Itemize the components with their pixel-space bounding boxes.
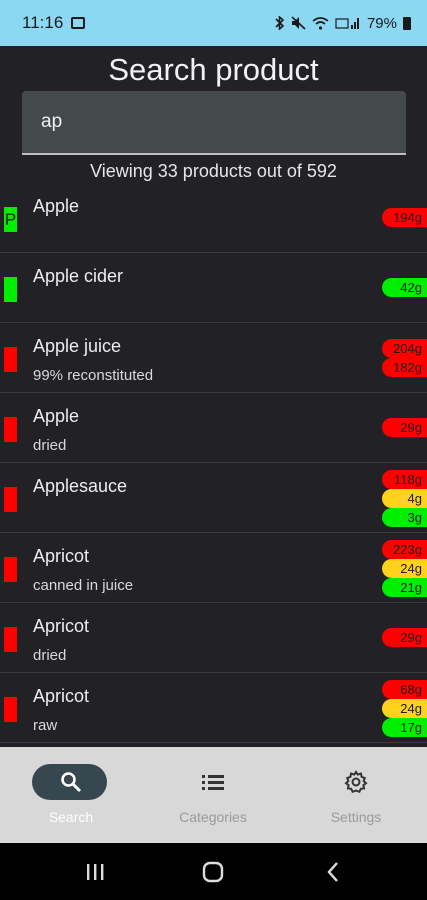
nav-categories-label: Categories bbox=[179, 809, 247, 825]
nutrient-badge: 118g bbox=[382, 470, 427, 489]
product-name: Apricot bbox=[33, 686, 90, 706]
product-name: Applesauce bbox=[33, 476, 128, 496]
product-row[interactable]: Apricot dried 29g bbox=[0, 603, 427, 673]
status-flag bbox=[4, 557, 17, 582]
nutrient-badge: 182g bbox=[382, 358, 427, 377]
product-subtitle: 99% reconstituted bbox=[33, 367, 154, 384]
product-name: Apricot bbox=[33, 616, 90, 636]
mute-icon bbox=[291, 16, 306, 30]
recent-apps-icon bbox=[87, 863, 104, 880]
nutrient-badge: 204g bbox=[382, 339, 427, 358]
nutrient-badge: 4g bbox=[382, 489, 427, 508]
product-subtitle: dried bbox=[33, 647, 67, 664]
product-list: P Apple 194g Apple cider 42g Apple juice 99% r… bbox=[0, 183, 427, 743]
nutrient-badges: 29g bbox=[381, 393, 427, 463]
nutrient-badge: 223g bbox=[382, 540, 427, 559]
result-count: Viewing 33 products out of 592 bbox=[90, 161, 337, 181]
product-name: Apple bbox=[33, 196, 80, 216]
product-row[interactable]: Apple juice 99% reconstituted 204g 182g bbox=[0, 323, 427, 393]
status-flag bbox=[4, 277, 17, 302]
nutrient-badge: 21g bbox=[382, 578, 427, 597]
nutrient-badges: 204g 182g bbox=[381, 323, 427, 393]
nutrient-badge: 3g bbox=[382, 508, 427, 527]
nav-search-label: Search bbox=[48, 809, 94, 825]
status-flag: P bbox=[4, 207, 17, 232]
product-name: Apricot bbox=[33, 546, 90, 566]
nav-search[interactable]: Search bbox=[0, 747, 142, 843]
product-row[interactable]: Apricot canned in juice 223g 24g 21g bbox=[0, 533, 427, 603]
nav-categories[interactable]: Categories bbox=[142, 747, 284, 843]
status-icons: 79% bbox=[274, 15, 411, 32]
status-time: 11:16 bbox=[22, 13, 64, 32]
nutrient-badges: 194g bbox=[381, 183, 427, 253]
nav-settings-label: Settings bbox=[330, 809, 382, 825]
product-row[interactable]: Apple cider 42g bbox=[0, 253, 427, 323]
status-flag bbox=[4, 697, 17, 722]
product-name: Apple cider bbox=[33, 266, 124, 286]
status-flag bbox=[4, 627, 17, 652]
nutrient-badge: 42g bbox=[382, 278, 427, 297]
status-flag bbox=[4, 417, 17, 442]
bottom-navigation: Search Categories Settings bbox=[0, 747, 427, 843]
nutrient-badge: 29g bbox=[382, 628, 427, 647]
system-navigation-bar bbox=[0, 843, 427, 900]
bluetooth-icon bbox=[275, 16, 285, 30]
search-icon bbox=[0, 769, 142, 795]
nav-settings[interactable]: Settings bbox=[285, 747, 427, 843]
nutrient-badges: 118g 4g 3g bbox=[381, 463, 427, 533]
nutrient-badge: 29g bbox=[382, 418, 427, 437]
nutrient-badge: 24g bbox=[382, 699, 427, 718]
product-row[interactable]: Apricot raw 68g 24g 17g bbox=[0, 673, 427, 743]
recent-apps-button[interactable] bbox=[65, 843, 125, 900]
status-flag bbox=[4, 347, 17, 372]
product-subtitle: canned in juice bbox=[33, 577, 134, 594]
product-row[interactable]: P Apple 194g bbox=[0, 183, 427, 253]
product-name: Apple bbox=[33, 406, 80, 426]
page-title: Search product bbox=[108, 52, 319, 87]
wifi-icon bbox=[312, 16, 329, 30]
search-input[interactable] bbox=[22, 91, 406, 153]
nutrient-badge: 24g bbox=[382, 559, 427, 578]
gallery-icon bbox=[71, 17, 86, 29]
home-button[interactable] bbox=[183, 843, 243, 900]
home-icon bbox=[202, 861, 224, 882]
nutrient-badges: 68g 24g 17g bbox=[381, 673, 427, 743]
list-icon bbox=[142, 769, 284, 795]
status-flag bbox=[4, 487, 17, 512]
product-row[interactable]: Applesauce 118g 4g 3g bbox=[0, 463, 427, 533]
nutrient-badge: 194g bbox=[382, 208, 427, 227]
nutrient-badge: 17g bbox=[382, 718, 427, 737]
signal-icon bbox=[335, 18, 359, 29]
nutrient-badges: 29g bbox=[381, 603, 427, 673]
back-icon bbox=[327, 861, 338, 882]
product-row[interactable]: Apple dried 29g bbox=[0, 393, 427, 463]
nutrient-badges: 223g 24g 21g bbox=[381, 533, 427, 603]
product-subtitle: dried bbox=[33, 437, 67, 454]
search-field[interactable] bbox=[22, 91, 406, 155]
product-name: Apple juice bbox=[33, 336, 122, 356]
nutrient-badge: 68g bbox=[382, 680, 427, 699]
gear-icon bbox=[285, 769, 427, 795]
status-bar: 11:16 79% bbox=[0, 0, 427, 46]
nutrient-badges: 42g bbox=[381, 253, 427, 323]
product-subtitle: raw bbox=[33, 717, 58, 734]
battery-icon bbox=[403, 16, 411, 30]
back-button[interactable] bbox=[303, 843, 363, 900]
battery-percent: 79% bbox=[366, 14, 397, 32]
